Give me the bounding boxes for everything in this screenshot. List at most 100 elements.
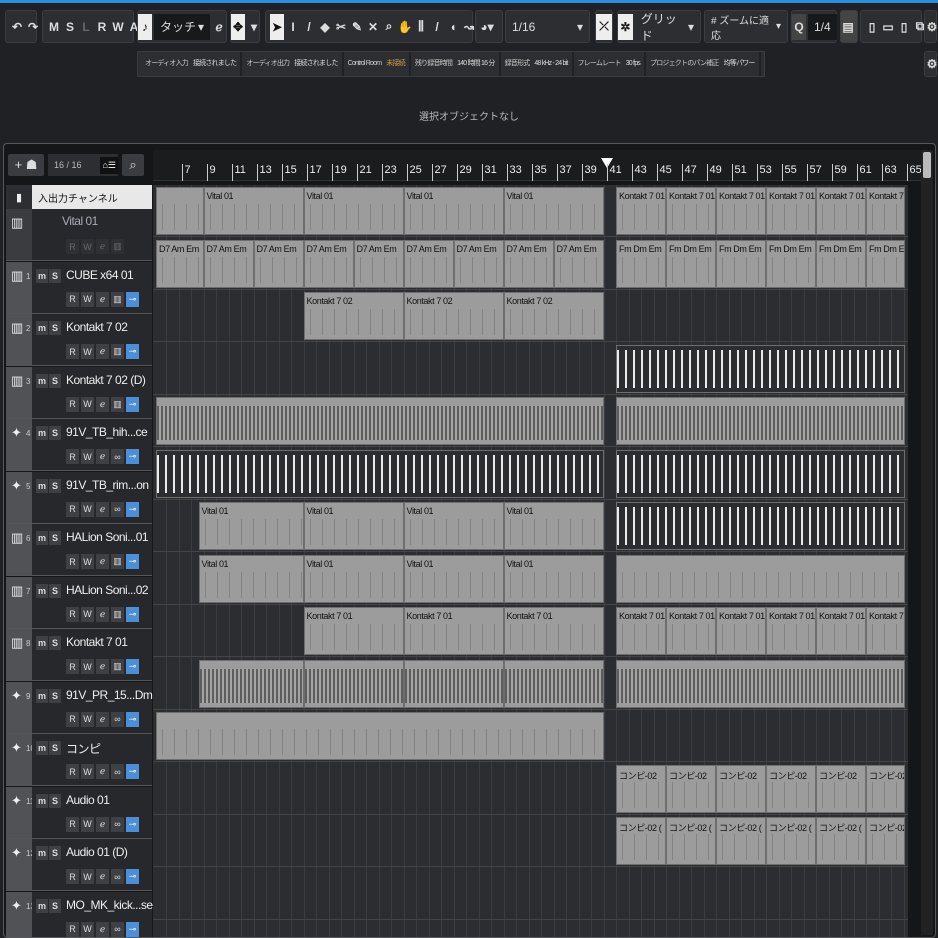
midi-part[interactable]: D7 Am Em — [503, 239, 554, 288]
snap-value-select[interactable]: 1/16 ▾ — [506, 13, 589, 40]
midi-part[interactable]: Kontakt 7 01 — [666, 187, 716, 235]
solo-button[interactable]: S — [49, 688, 61, 703]
zoom-tool-icon[interactable]: ⌕ — [382, 14, 396, 40]
chevron-down-icon[interactable]: ▾ — [247, 14, 261, 40]
midi-part[interactable]: Kontakt 7 01 — [716, 607, 766, 655]
track-name[interactable]: HALion Soni...01 — [66, 530, 149, 544]
midi-part[interactable]: D7 Am Em — [156, 239, 204, 288]
solo-button[interactable]: S — [49, 636, 61, 650]
status-item[interactable]: オーディオ入力 接続されました — [141, 52, 243, 76]
mute-button[interactable]: m — [36, 426, 48, 440]
track-header[interactable]: ▥ 1 mS CUBE x64 01 R Wℯ ▥ ⊸ — [6, 261, 152, 314]
mute-button[interactable]: m — [36, 478, 48, 493]
midi-part[interactable]: Vital 01 — [303, 187, 404, 235]
instrument-button[interactable]: ▥ — [111, 291, 124, 307]
track-name[interactable]: 91V_TB_rim...on — [66, 478, 149, 492]
audio-event[interactable] — [156, 397, 604, 445]
midi-part[interactable]: Kontakt 7 01 — [866, 187, 905, 235]
midi-part[interactable] — [616, 554, 905, 603]
range-tool-icon[interactable]: I — [286, 14, 300, 40]
midi-part[interactable]: D7 Am Em — [203, 239, 254, 288]
right-zone-icon[interactable]: ▯ — [897, 14, 911, 40]
instrument-button[interactable]: ▥ — [111, 396, 124, 412]
audio-event[interactable]: コンピ-02 — [766, 764, 816, 813]
solo-button[interactable]: S — [49, 793, 61, 808]
track-name[interactable]: コンピ — [66, 740, 101, 757]
play-tool-icon[interactable]: ◖ — [446, 14, 460, 40]
midi-part[interactable]: Fm Dm Em — [666, 239, 716, 288]
edit-button[interactable]: ℯ — [96, 816, 109, 832]
read-automation-button[interactable]: R — [66, 659, 79, 674]
midi-part[interactable]: Kontakt 7 01 — [766, 607, 816, 655]
link-button[interactable]: ∞ — [111, 449, 124, 464]
vertical-scrollbar[interactable] — [921, 150, 933, 935]
audio-event[interactable] — [303, 659, 404, 708]
midi-part[interactable]: Vital 01 — [503, 187, 604, 235]
midi-part[interactable]: Kontakt 7 01 — [616, 607, 666, 655]
color-tool-icon[interactable]: ↝ — [462, 14, 476, 40]
audio-event[interactable]: コンピ-02 ( — [666, 817, 716, 865]
solo-button[interactable]: S — [49, 898, 61, 913]
track-lane[interactable]: Vital 01 Vital 01 Vital 01 Vital 01 — [153, 500, 908, 552]
comp-tool-icon[interactable]: ⫼ — [414, 14, 428, 40]
constrain-delay-icon[interactable]: ✥ — [231, 13, 245, 40]
track-name[interactable]: Kontakt 7 02 — [66, 320, 128, 334]
solo-button[interactable]: S — [49, 583, 61, 598]
track-name[interactable]: Audio 01 (D) — [66, 845, 128, 859]
read-automation-button[interactable]: R — [66, 606, 79, 622]
read-automation-button[interactable]: R — [66, 711, 79, 727]
midi-part[interactable]: Kontakt 7 01 — [666, 607, 716, 655]
erase-tool-icon[interactable]: ◆ — [318, 14, 332, 40]
midi-part[interactable]: D7 Am Em — [353, 239, 404, 288]
audio-event[interactable]: コンピ-02 ( — [816, 817, 866, 865]
midi-part[interactable]: Vital 01 — [198, 502, 304, 550]
write-automation-button[interactable]: W — [81, 291, 94, 307]
monitor-button[interactable]: ⊸ — [126, 449, 139, 464]
read-automation-button[interactable]: R — [66, 239, 79, 254]
monitor-button[interactable]: ⊸ — [126, 659, 139, 674]
mute-button[interactable]: m — [36, 373, 48, 388]
draw-tool-icon[interactable]: / — [302, 14, 316, 40]
midi-part[interactable]: Kontakt 7 02 — [303, 292, 404, 340]
solo-button[interactable]: S — [49, 846, 61, 860]
read-automation-button[interactable]: R — [66, 344, 79, 359]
track-lane[interactable]: Vital 01 Vital 01 Vital 01 Vital 01 Kontakt … — [153, 185, 908, 237]
status-item[interactable]: 録音形式 48 kHz - 24 bit — [501, 52, 574, 76]
instrument-button[interactable]: ▥ — [111, 606, 124, 622]
object-select-tool-icon[interactable]: ➤ — [270, 13, 284, 40]
undo-button[interactable]: ↶ — [10, 14, 24, 40]
edit-button[interactable]: ℯ — [96, 291, 109, 307]
midi-part[interactable]: Kontakt 7 01 — [766, 187, 816, 235]
track-lane[interactable]: Kontakt 7 02 Kontakt 7 02 Kontakt 7 02 — [153, 290, 908, 342]
track-header[interactable]: ▥ 6 mS HALion Soni...01 R Wℯ ▥ ⊸ — [6, 524, 152, 576]
track-header[interactable]: ▥ 2 mS Kontakt 7 02 R Wℯ ▥ ⊸ — [6, 314, 152, 366]
track-lane[interactable] — [153, 343, 908, 395]
search-icon[interactable]: ⌕ — [122, 154, 144, 176]
audio-event[interactable] — [403, 659, 504, 708]
monitor-button[interactable]: ⊸ — [126, 921, 139, 937]
midi-part[interactable]: Kontakt 7 01 — [403, 607, 504, 655]
midi-part[interactable]: Kontakt 7 01 — [716, 187, 766, 235]
link-button[interactable]: ∞ — [111, 711, 124, 727]
mute-button[interactable]: m — [36, 583, 48, 598]
keyboard-icon[interactable]: ▤ — [841, 14, 855, 40]
edit-button[interactable]: ℯ — [96, 554, 109, 569]
midi-part[interactable]: Kontakt 7 01 — [816, 187, 866, 235]
midi-part[interactable] — [616, 344, 905, 393]
monitor-button[interactable]: ⊸ — [126, 764, 139, 779]
status-item[interactable]: 残り録音時間 140 時間 16 分 — [411, 52, 501, 76]
midi-part[interactable]: D7 Am Em — [303, 239, 354, 288]
line-tool-icon[interactable]: / — [430, 14, 444, 40]
read-automation-button[interactable]: R — [66, 501, 79, 517]
track-lane[interactable]: コンピ-02 コンピ-02 コンピ-02 コンピ-02 コンピ-02 コンピ-02 — [153, 763, 908, 815]
audio-event[interactable] — [616, 659, 905, 708]
solo-button[interactable]: S — [49, 321, 61, 335]
midi-part[interactable]: Kontakt 7 01 — [616, 187, 666, 235]
track-name[interactable]: HALion Soni...02 — [66, 583, 149, 597]
audio-event[interactable]: コンピ-02 — [716, 764, 766, 813]
left-zone-icon[interactable]: ▯ — [865, 14, 879, 40]
lower-zone-icon[interactable]: ▭ — [881, 14, 895, 40]
io-channels-row[interactable]: ▮ 入出力チャンネル — [6, 185, 152, 209]
scroll-thumb[interactable] — [923, 152, 931, 178]
write-automation-button[interactable]: W — [81, 764, 94, 779]
